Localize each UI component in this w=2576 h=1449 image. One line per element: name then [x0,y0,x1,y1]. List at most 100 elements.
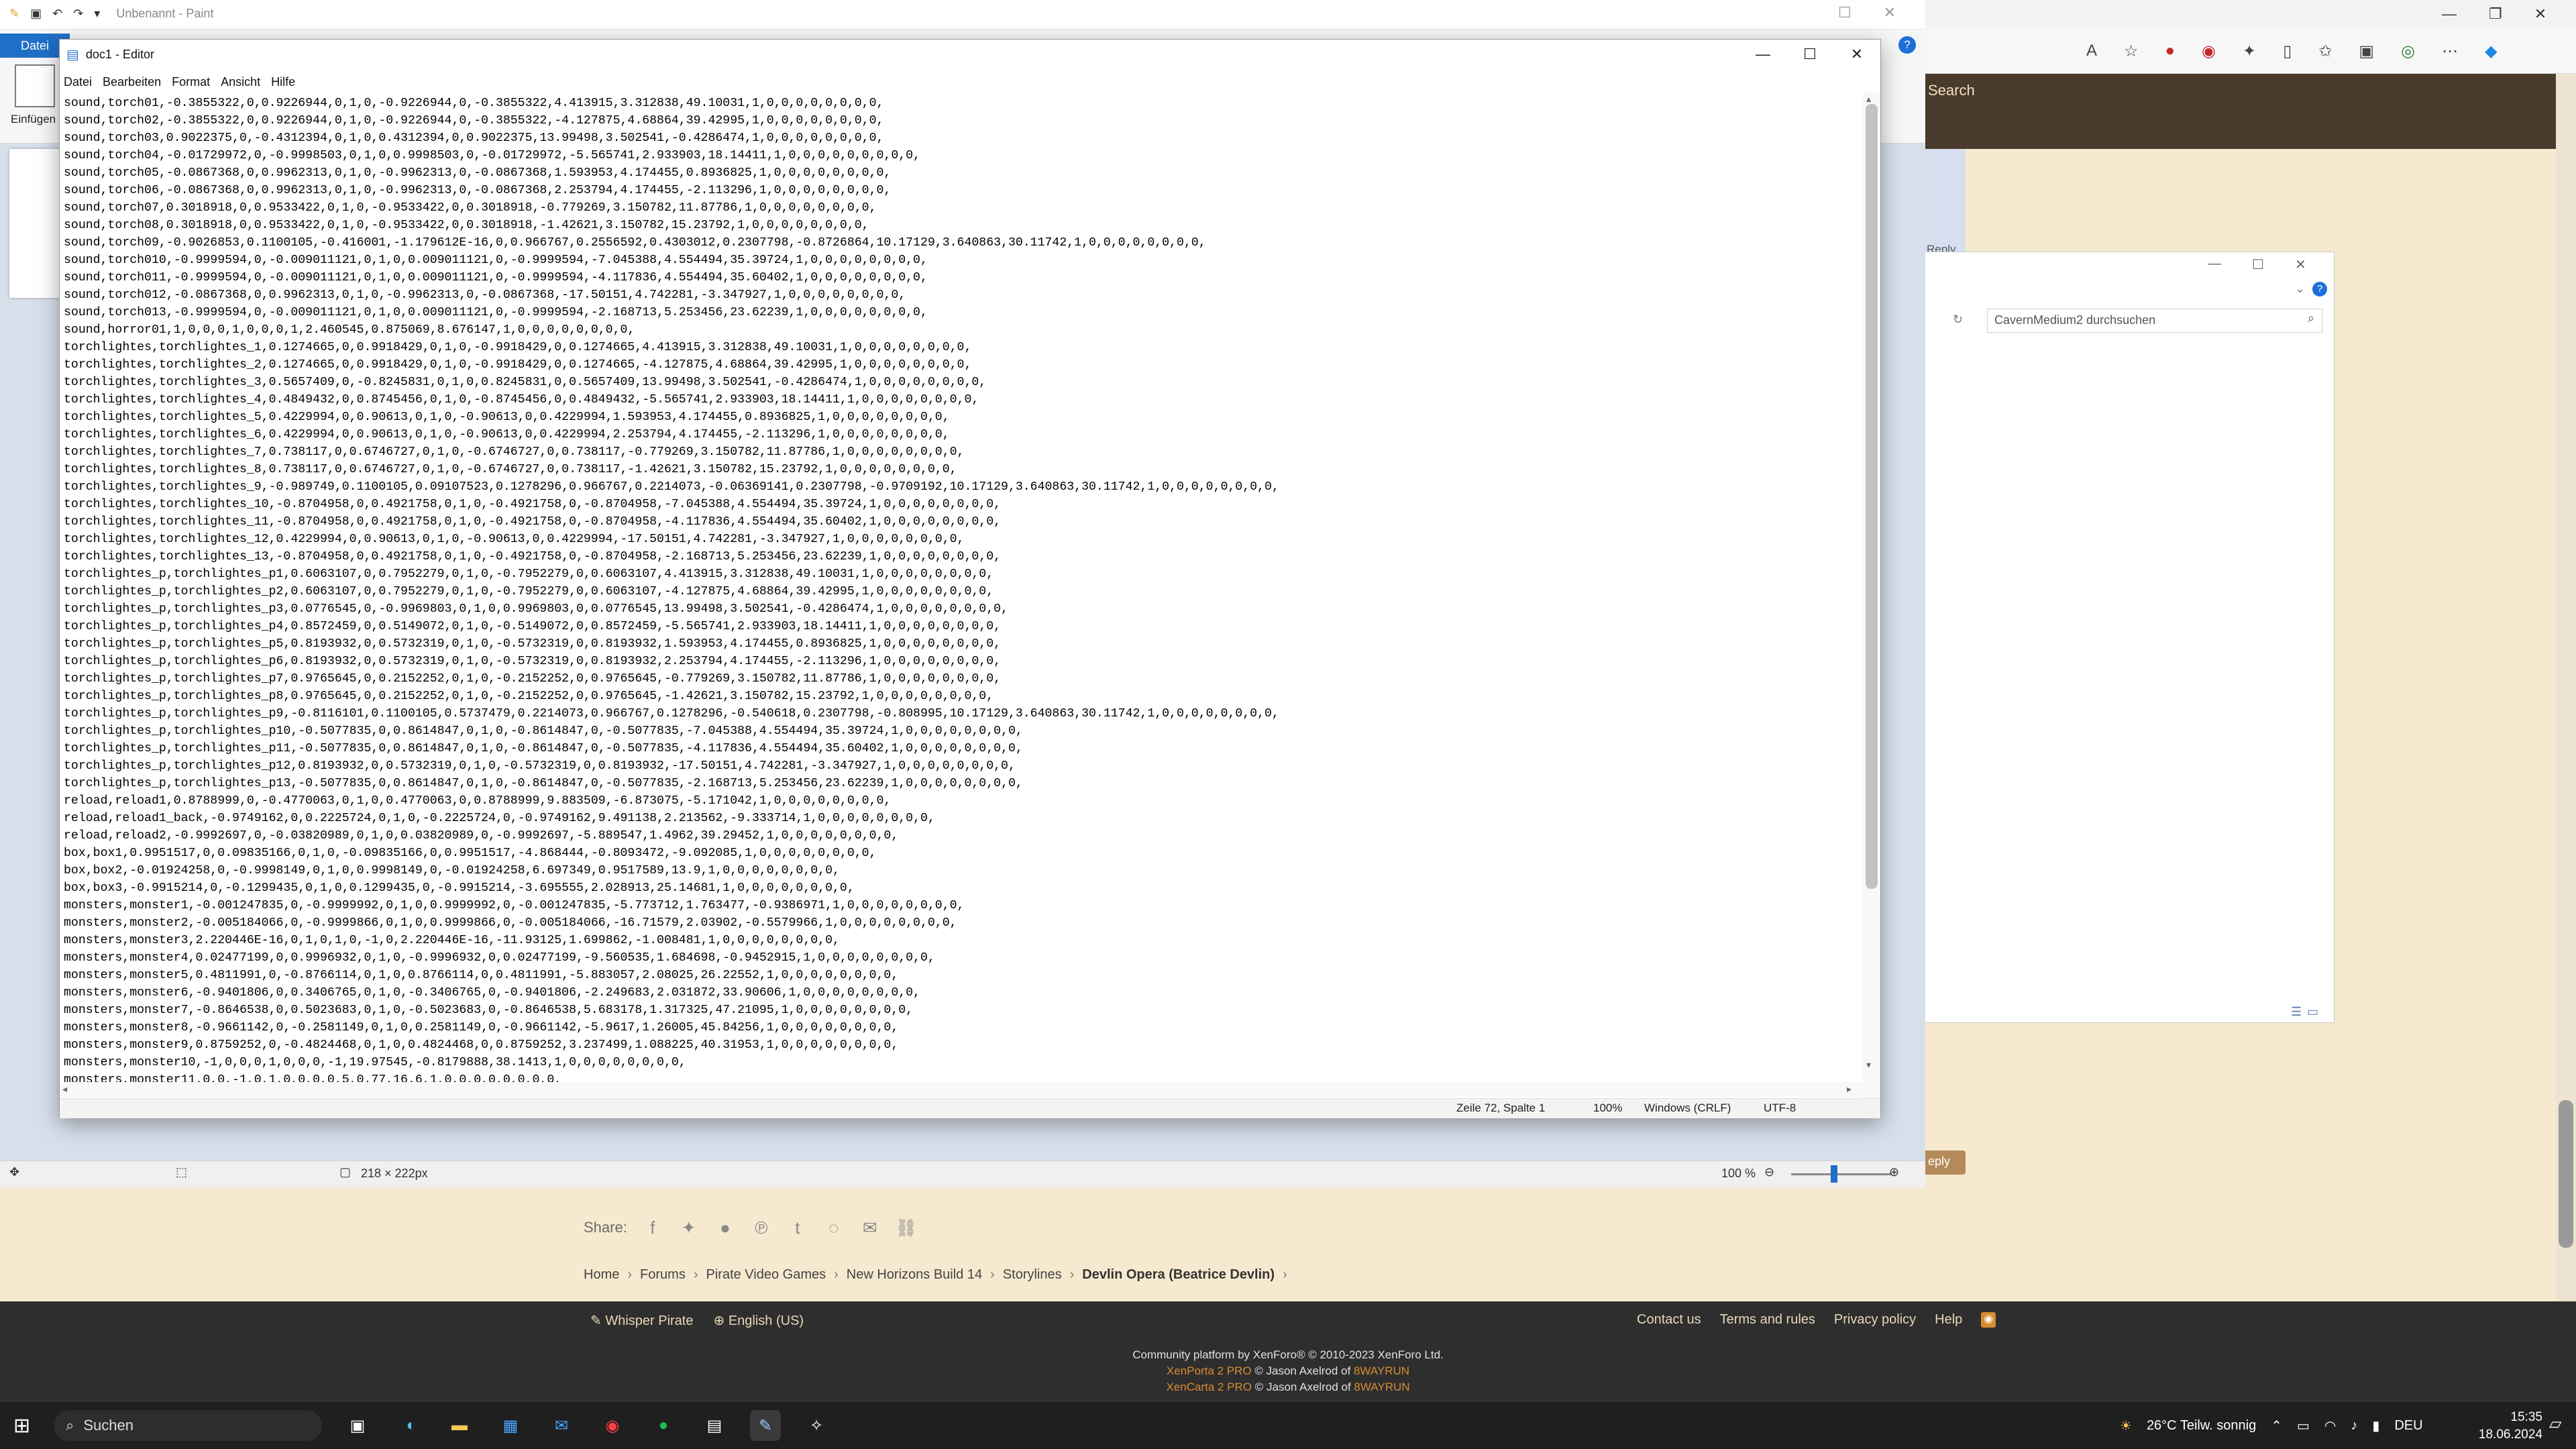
breadcrumb-new-horizons[interactable]: New Horizons Build 14 [847,1267,982,1283]
menu-edit[interactable]: Bearbeiten [103,75,161,89]
zoom-slider[interactable] [1791,1173,1892,1175]
close-icon[interactable]: ✕ [2534,5,2546,23]
editor-text-area[interactable]: sound,torch01,-0.3855322,0,0.9226944,0,1… [62,95,1858,1085]
editor-line: torchlightes_p,torchlightes_p10,-0.50778… [64,724,1023,738]
spotify-icon[interactable]: ● [648,1410,679,1441]
refresh-icon[interactable]: ↻ [1953,313,1963,327]
whatsapp-icon[interactable]: ◌ [823,1217,845,1238]
read-aloud-icon[interactable]: A [2086,42,2097,61]
scroll-left-icon[interactable]: ◂ [62,1083,67,1095]
network-icon[interactable]: ◠ [2324,1417,2336,1434]
scroll-right-icon[interactable]: ▸ [1847,1083,1851,1095]
notification-icon[interactable]: ▱ [2549,1414,2561,1434]
performance-icon[interactable]: ◎ [2401,42,2415,61]
terms-link[interactable]: Terms and rules [1720,1312,1815,1328]
explorer-search-input[interactable]: CavernMedium2 durchsuchen [1987,309,2322,333]
breadcrumb-forums[interactable]: Forums [640,1267,686,1283]
scroll-down-icon[interactable]: ▾ [1866,1059,1871,1071]
volume-icon[interactable]: ♪ [2351,1418,2357,1434]
save-icon[interactable]: ▣ [30,7,42,21]
tray-chevron-icon[interactable]: ⌃ [2271,1417,2282,1434]
rss-icon[interactable]: ◉ [1981,1312,1996,1328]
language-chooser-link[interactable]: ⊕ English (US) [713,1312,804,1329]
taskbar-clock[interactable]: 15:35 18.06.2024 [2442,1409,2542,1444]
reply-button[interactable]: eply [1925,1150,1966,1175]
tiles-view-icon[interactable]: ▭ [2307,1005,2318,1019]
file-explorer-icon[interactable]: ▬ [444,1410,475,1441]
search-link[interactable]: Search [1928,82,1975,99]
minimize-icon[interactable]: — [2442,5,2457,23]
menu-help[interactable]: Hilfe [271,75,295,89]
redo-icon[interactable]: ↷ [73,7,83,21]
breadcrumb-home[interactable]: Home [584,1267,619,1283]
minimize-icon[interactable]: — [2208,256,2221,273]
battery-icon[interactable]: ▮ [2372,1417,2379,1434]
restore-icon[interactable]: ☐ [1838,4,1851,21]
zoom-out-icon[interactable]: ⊖ [1764,1165,1774,1179]
facebook-icon[interactable]: f [642,1217,663,1238]
help-icon[interactable]: ? [2312,282,2327,297]
undo-icon[interactable]: ↶ [52,7,62,21]
minimize-button[interactable]: — [1739,40,1786,69]
adblock-icon[interactable]: ● [2165,42,2176,61]
extensions-icon[interactable]: ✦ [2243,42,2256,61]
browser-scrollbar-thumb[interactable] [2559,1100,2573,1248]
pinterest-icon[interactable]: ℗ [751,1217,772,1238]
breadcrumb-current-thread[interactable]: Devlin Opera (Beatrice Devlin) [1082,1267,1275,1283]
editor-line: torchlightes_p,torchlightes_p13,-0.50778… [64,777,1023,790]
restore-icon[interactable]: ❐ [2489,5,2502,23]
mail-icon[interactable]: ✉ [546,1410,577,1441]
help-icon[interactable]: ? [1898,36,1916,54]
notepad-taskbar-icon[interactable]: ▤ [699,1410,730,1441]
maximize-button[interactable]: ☐ [1786,40,1833,69]
breadcrumb-storylines[interactable]: Storylines [1003,1267,1062,1283]
breadcrumb-pirate-video-games[interactable]: Pirate Video Games [706,1267,826,1283]
close-icon[interactable]: ✕ [2295,256,2306,273]
taskbar-search[interactable]: ⌕ Suchen [54,1410,322,1441]
start-button[interactable]: ⊞ [13,1414,30,1438]
maximize-icon[interactable]: ☐ [2252,256,2264,273]
editor-horizontal-scrollbar[interactable]: ◂ ▸ [60,1082,1863,1097]
contact-us-link[interactable]: Contact us [1637,1312,1701,1328]
split-screen-icon[interactable]: ▯ [2283,42,2292,61]
privacy-link[interactable]: Privacy policy [1834,1312,1916,1328]
zoom-in-icon[interactable]: ⊕ [1889,1165,1899,1179]
menu-format[interactable]: Format [172,75,210,89]
twitter-icon[interactable]: ✦ [678,1217,700,1238]
favorites-icon[interactable]: ✩ [2318,42,2332,61]
extension-icon[interactable]: ◉ [2202,42,2216,61]
menu-view[interactable]: Ansicht [221,75,260,89]
favorite-star-icon[interactable]: ☆ [2124,42,2139,61]
tumblr-icon[interactable]: t [787,1217,808,1238]
style-chooser-link[interactable]: ✎ Whisper Pirate [590,1312,693,1329]
details-view-icon[interactable]: ☰ [2291,1005,2302,1019]
reddit-icon[interactable]: ● [714,1217,736,1238]
editor-vertical-scrollbar-thumb[interactable] [1866,104,1878,889]
link-icon[interactable]: ⛓ [895,1217,917,1238]
keyboard-language[interactable]: DEU [2394,1418,2422,1434]
close-icon[interactable]: ✕ [1884,4,1896,21]
paste-button[interactable]: Einfügen [11,113,56,126]
collections-icon[interactable]: ▣ [2359,42,2374,61]
task-view-icon[interactable]: ▣ [342,1410,373,1441]
tray-app-icon[interactable]: ▭ [2297,1417,2310,1434]
share-row: Share: f ✦ ● ℗ t ◌ ✉ ⛓ [584,1214,917,1241]
more-icon[interactable]: ⋯ [2442,42,2458,61]
zoom-slider-thumb[interactable] [1831,1165,1837,1183]
scroll-up-icon[interactable]: ▴ [1866,93,1871,105]
copilot-icon[interactable]: ◆ [2485,42,2497,61]
store-icon[interactable]: ▦ [495,1410,526,1441]
quick-access-dropdown-icon[interactable]: ▾ [94,7,100,21]
email-icon[interactable]: ✉ [859,1217,881,1238]
editor-line: monsters,monster10,-1,0,0,0,1,0,0,0,-1,1… [64,1056,686,1069]
help-link[interactable]: Help [1935,1312,1962,1328]
chevron-down-icon[interactable]: ⌄ [2295,282,2305,296]
weather-text[interactable]: 26°C Teilw. sonnig [2147,1418,2256,1434]
close-button[interactable]: ✕ [1833,40,1880,69]
menu-file[interactable]: Datei [64,75,92,89]
app-taskbar-icon[interactable]: ✧ [801,1410,832,1441]
paint-taskbar-icon[interactable]: ✎ [750,1410,781,1441]
editor-line: sound,torch011,-0.9999594,0,-0.009011121… [64,271,928,284]
edge-icon[interactable]: ◐ [396,1410,427,1441]
chrome-icon[interactable]: ◉ [597,1410,628,1441]
